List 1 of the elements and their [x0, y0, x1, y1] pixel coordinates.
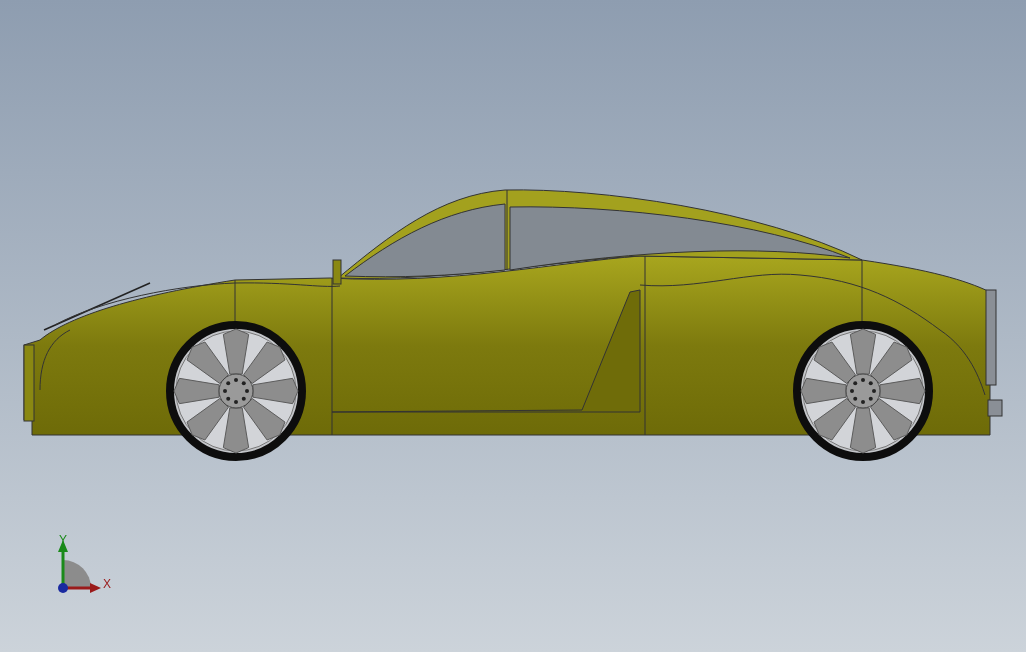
x-axis-label: X	[103, 577, 111, 591]
